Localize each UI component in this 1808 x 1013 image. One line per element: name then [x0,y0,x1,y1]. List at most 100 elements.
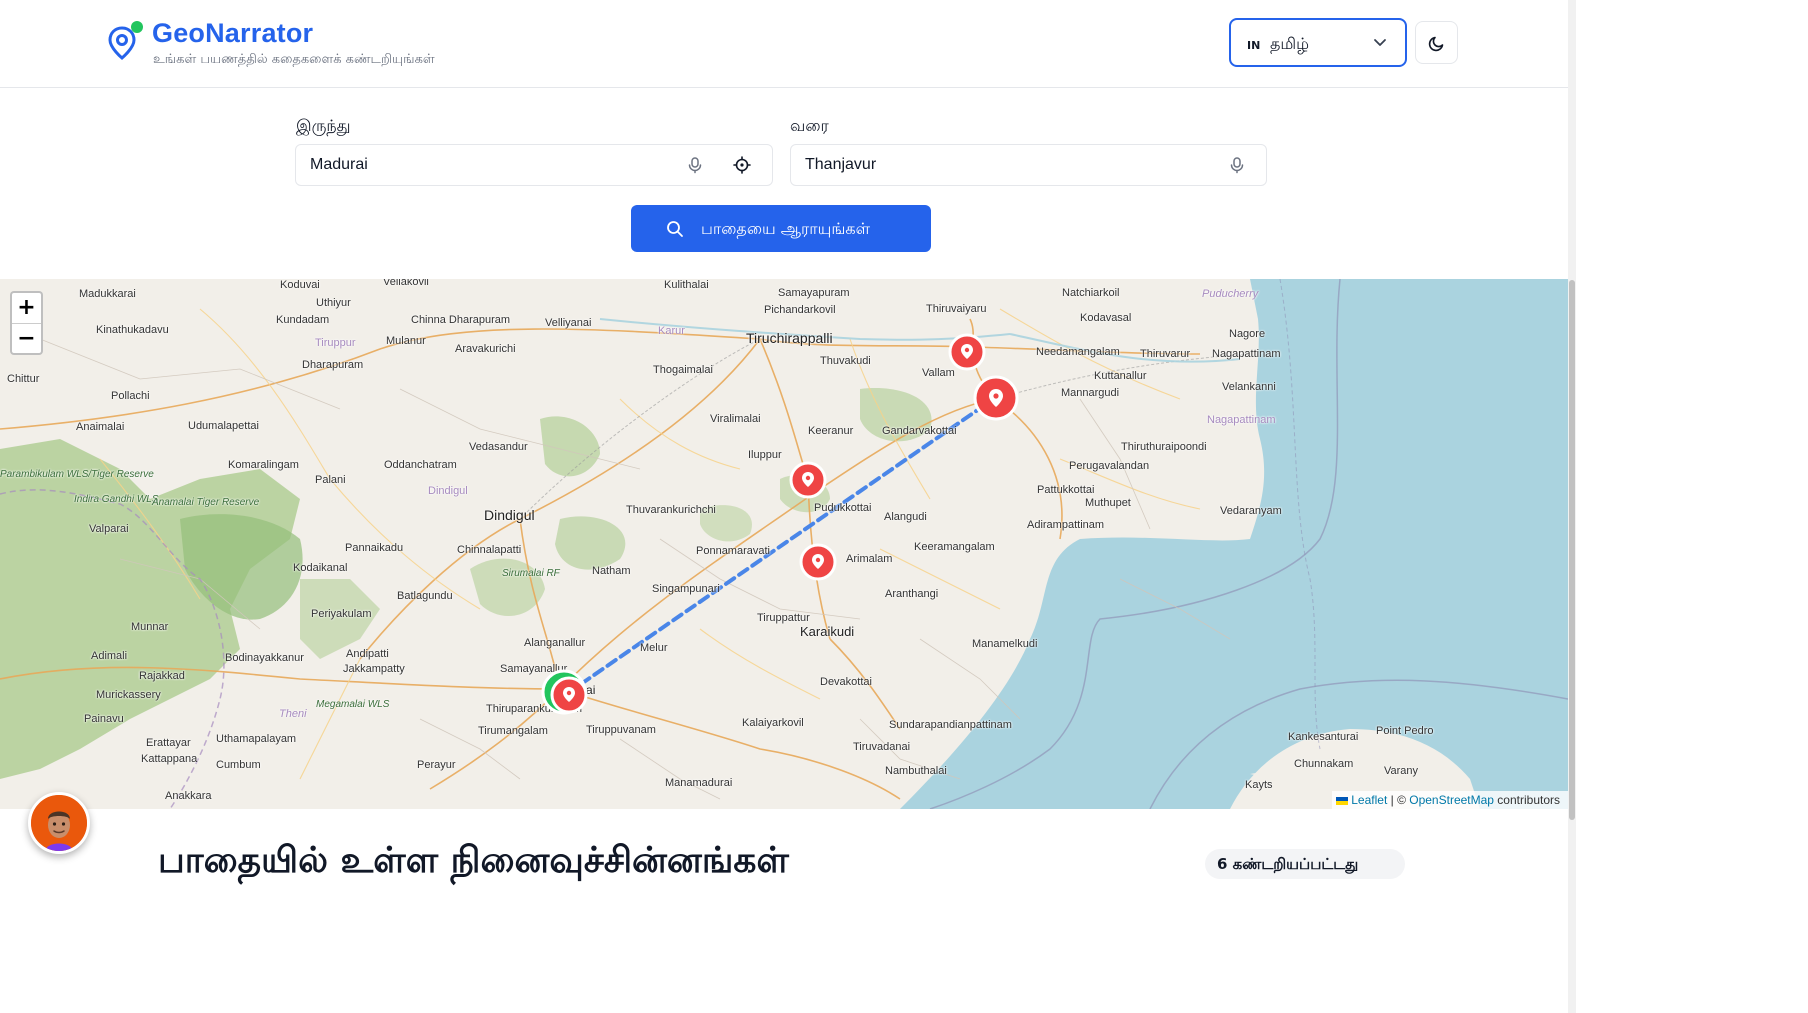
map-label: Kundadam [276,314,330,326]
map-label: Valparai [89,523,129,535]
map-label: Madukkarai [79,288,136,300]
map-label: Koduvai [280,279,320,291]
map-label: Perugavalandan [1069,460,1150,472]
page-scrollbar[interactable] [1568,0,1808,1013]
page: GeoNarrator உங்கள் பயணத்தில் கதைகளைக் கண… [0,0,1568,1013]
map-label: Indira Gandhi WLS [74,494,159,505]
start-marker[interactable] [540,668,592,720]
map-label: Kalaiyarkovil [742,717,804,729]
map-label: Uthamapalayam [216,733,297,745]
from-input[interactable]: Madurai [310,156,368,174]
map-label: Tiruppur [315,337,356,349]
language-name: தமிழ் [1270,34,1310,53]
map-label: Nagore [1229,328,1266,340]
leaflet-link[interactable]: Leaflet [1351,793,1387,807]
map-label: Painavu [84,713,124,725]
moon-icon [1428,36,1444,52]
brand-name[interactable]: GeoNarrator [152,18,313,49]
map-label: Adimali [91,650,128,662]
map-label: Sundarapandianpattinam [889,719,1012,731]
microphone-icon[interactable] [686,156,704,174]
attribution-suffix: contributors [1493,793,1560,807]
landmark-marker[interactable] [946,331,988,373]
map-label: Vedasandur [469,441,528,453]
locate-crosshair-icon[interactable] [733,156,751,174]
map-label: Ponnamaravati [696,545,770,557]
map-label: Aravakurichi [455,343,516,355]
map-label: Pollachi [111,390,150,402]
to-input[interactable]: Thanjavur [805,156,876,174]
map-label: Velankanni [1222,381,1276,393]
map-label: Arimalam [846,553,893,565]
end-marker[interactable] [971,374,1021,424]
map-label: Pattukkottai [1037,484,1095,496]
map-label: Kodavasal [1080,312,1132,324]
map-label: Nagapattinam [1207,414,1276,426]
scrollbar-thumb[interactable] [1569,280,1575,820]
map-zoom-control: + − [10,291,43,355]
map-label: Chinna Dharapuram [411,314,511,326]
search-icon [667,221,683,237]
from-field[interactable]: Madurai [295,144,773,186]
language-select[interactable]: IN தமிழ் [1229,18,1407,67]
map-label: Thiruvarur [1140,348,1191,360]
map-label: Nagapattinam [1212,348,1281,360]
map-label: Komaralingam [228,459,299,471]
route-map[interactable]: Madukkarai Koduvai Vellakovil Uthiyur Ku… [0,279,1568,809]
map-label: Mulanur [386,335,426,347]
map-label: Pichandarkovil [764,304,836,316]
theme-toggle-button[interactable] [1415,21,1458,64]
map-label: Singampunari [652,583,720,595]
map-label: Perayur [417,759,456,771]
app-header: GeoNarrator உங்கள் பயணத்தில் கதைகளைக் கண… [0,0,1568,88]
map-label: Alanganallur [524,637,586,649]
map-label: Point Pedro [1376,725,1434,737]
landmark-marker[interactable] [787,459,829,501]
map-label: Kankesanturai [1288,731,1359,743]
map-label: Viralimalai [710,413,761,425]
map-label: Pannaikadu [345,542,404,554]
map-label: Chinnalapatti [457,544,522,556]
map-label: Thuvakudi [820,355,871,367]
map-label: Natchiarkoil [1062,287,1120,299]
map-label: Velliyanai [545,317,592,329]
zoom-in-button[interactable]: + [12,293,41,324]
map-label: Periyakulam [311,608,372,620]
map-tiles[interactable] [0,279,1568,809]
map-label: Puducherry [1202,288,1259,300]
map-label: Tiruppattur [757,612,810,624]
map-label: Adirampattinam [1027,519,1105,531]
map-label: Murickassery [96,689,161,701]
avatar-face-icon [31,795,87,851]
map-label: Thiruvaiyaru [926,303,987,315]
to-field[interactable]: Thanjavur [790,144,1267,186]
landmark-marker[interactable] [797,541,839,583]
map-label: Manamelkudi [972,638,1038,650]
map-label: Karur [658,325,685,337]
osm-link[interactable]: OpenStreetMap [1409,793,1494,807]
map-label: Anamalai Tiger Reserve [152,497,260,508]
map-label: Cumbum [216,759,261,771]
map-label: Bodinayakkanur [225,652,304,664]
map-label: Iluppur [748,449,782,461]
narrator-avatar-button[interactable] [28,792,90,854]
map-label: Thogaimalai [653,364,713,376]
brand-tagline: உங்கள் பயணத்தில் கதைகளைக் கண்டறியுங்கள் [153,52,435,67]
map-label: Anaimalai [76,421,125,433]
map-label: Tiruvadanai [853,741,911,753]
landmarks-count: 6 கண்டறியப்பட்டது [1217,855,1359,873]
map-label: Megamalai WLS [316,699,390,710]
map-label: Chittur [7,373,40,385]
map-label: Erattayar [146,737,191,749]
map-label: Muthupet [1085,497,1131,509]
map-label: Kulithalai [664,279,709,291]
map-label: Tiruppuvanam [586,724,656,736]
explore-route-button[interactable]: பாதையை ஆராயுங்கள் [631,205,931,252]
map-label: Vellakovil [383,279,429,288]
map-label: Kinathukadavu [96,324,169,336]
city-label: Karaikudi [800,624,855,639]
map-label: Kodaikanal [293,562,348,574]
zoom-out-button[interactable]: − [12,324,41,354]
microphone-icon[interactable] [1228,156,1246,174]
map-label: Dharapuram [302,359,364,371]
